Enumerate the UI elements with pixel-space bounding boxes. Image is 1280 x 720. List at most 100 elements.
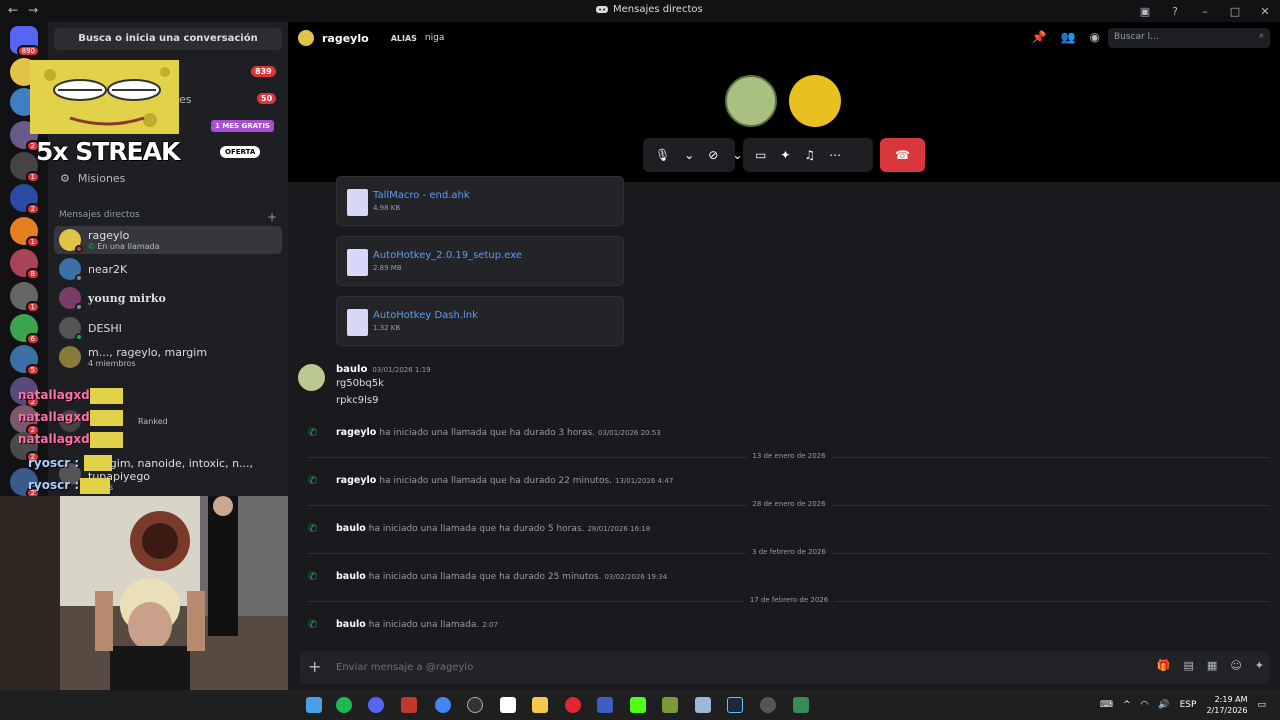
file-icon bbox=[347, 189, 368, 216]
app-icon[interactable] bbox=[695, 697, 711, 713]
participant-avatar[interactable] bbox=[725, 75, 777, 127]
call-system-message: ✆ rageylo ha iniciado una llamada que ha… bbox=[308, 474, 674, 487]
server-icon[interactable]: 2 bbox=[10, 184, 40, 215]
phone-icon: ✆ bbox=[308, 570, 318, 583]
emote-icon bbox=[80, 478, 110, 494]
sticker-icon[interactable]: ▦ bbox=[1207, 659, 1217, 672]
attach-plus-icon[interactable]: + bbox=[308, 657, 321, 676]
user-profile-icon[interactable]: ◉ bbox=[1090, 30, 1100, 44]
steam-icon[interactable] bbox=[727, 697, 743, 713]
screen-share-icon[interactable]: ▭ bbox=[755, 148, 766, 162]
dm-item[interactable]: near2K bbox=[54, 255, 282, 283]
header-toolbar: 📌 👥 ◉ bbox=[1032, 30, 1100, 44]
disconnect-call-button[interactable]: ☎ bbox=[880, 138, 925, 172]
help-icon[interactable]: ? bbox=[1160, 5, 1190, 18]
dm-item-rageylo[interactable]: rageylo ✆ En una llamada bbox=[54, 226, 282, 254]
pin-icon[interactable]: 📌 bbox=[1032, 30, 1047, 44]
emote-icon bbox=[90, 388, 123, 404]
stream-chat-line: ryoscr : bbox=[28, 456, 80, 470]
dm-username[interactable]: rageylo bbox=[322, 32, 369, 45]
volume-icon[interactable]: 🔊 bbox=[1158, 700, 1169, 710]
file-explorer-icon[interactable] bbox=[532, 697, 548, 713]
server-icon[interactable]: 8 bbox=[10, 249, 40, 280]
kick-icon[interactable] bbox=[630, 697, 646, 713]
app-icon[interactable] bbox=[793, 697, 809, 713]
message-composer[interactable]: + Enviar mensaje a @rageylo 🎁 ▤ ▦ ☺ ✦ bbox=[300, 651, 1270, 684]
dm-header: rageylo ALIAS niga bbox=[298, 30, 444, 46]
discord-icon[interactable] bbox=[368, 697, 384, 713]
chevron-down-icon[interactable]: ⌄ bbox=[684, 148, 694, 162]
create-dm-icon[interactable]: + bbox=[267, 210, 277, 224]
server-icon[interactable]: 1 bbox=[10, 282, 40, 313]
camera-off-icon[interactable]: ⊘ bbox=[708, 148, 718, 162]
gif-icon[interactable]: ▤ bbox=[1184, 659, 1194, 672]
call-system-message: ✆ baulo ha iniciado una llamada. 2:07 bbox=[308, 618, 499, 631]
emoji-icon[interactable]: ☺ bbox=[1230, 659, 1241, 672]
opera-icon[interactable] bbox=[565, 697, 581, 713]
capcut-icon[interactable] bbox=[500, 697, 516, 713]
notifications-icon[interactable]: ▭ bbox=[1257, 700, 1266, 710]
webcam-scene bbox=[0, 496, 307, 690]
server-icon[interactable]: 1 bbox=[10, 152, 40, 183]
call-system-message: ✆ baulo ha iniciado una llamada que ha d… bbox=[308, 570, 668, 583]
nav-quests[interactable]: ⚙ Misiones bbox=[60, 172, 125, 185]
maximize-button[interactable]: □ bbox=[1220, 5, 1250, 18]
close-button[interactable]: ✕ bbox=[1250, 5, 1280, 18]
server-icon[interactable]: 5 bbox=[10, 345, 40, 376]
inbox-icon[interactable]: ▣ bbox=[1130, 5, 1160, 18]
nav-arrows: ← → bbox=[8, 3, 48, 17]
chrome-icon[interactable] bbox=[435, 697, 451, 713]
language-indicator[interactable]: ESP bbox=[1180, 700, 1197, 710]
chevron-down-icon[interactable]: ⌄ bbox=[732, 148, 742, 162]
apps-icon[interactable]: ✦ bbox=[1255, 659, 1264, 672]
dm-item[interactable]: DESHI bbox=[54, 314, 282, 342]
discord-logo-icon bbox=[596, 6, 608, 13]
stream-chat-line: natallagxd : bbox=[18, 410, 99, 424]
unread-badge: 839 bbox=[251, 66, 276, 77]
dm-item-group[interactable]: m..., rageylo, margim 4 miembros bbox=[54, 343, 282, 371]
forward-arrow-icon[interactable]: → bbox=[28, 3, 38, 17]
keyboard-icon[interactable]: ⌨ bbox=[1100, 700, 1113, 710]
participant-avatar[interactable] bbox=[789, 75, 841, 127]
copilot-icon[interactable] bbox=[306, 697, 322, 713]
file-attachment[interactable]: AutoHotkey Dash.lnk 1.32 KB bbox=[336, 296, 624, 346]
settings-icon[interactable] bbox=[760, 697, 776, 713]
video-app-icon[interactable] bbox=[401, 697, 417, 713]
home-button[interactable]: 890 bbox=[10, 26, 40, 57]
find-conversation-button[interactable]: Busca o inicia una conversación bbox=[54, 28, 282, 50]
call-system-message: ✆ baulo ha iniciado una llamada que ha d… bbox=[308, 522, 651, 535]
quests-icon: ⚙ bbox=[60, 172, 70, 185]
file-attachment[interactable]: TallMacro - end.ahk 4.98 KB bbox=[336, 176, 624, 226]
webcam-feed bbox=[0, 496, 307, 690]
message-input[interactable]: Enviar mensaje a @rageylo bbox=[336, 662, 473, 673]
microphone-icon[interactable]: 🎙 bbox=[655, 148, 670, 162]
search-input[interactable]: Buscar l... ⌕ bbox=[1108, 28, 1270, 48]
system-tray: ⌨ ^ ◠ 🔊 ESP 2:19 AM 2/17/2026 ▭ bbox=[1100, 694, 1266, 716]
message-text: rpkc9ls9 bbox=[336, 395, 379, 406]
offer-badge: OFERTA bbox=[220, 146, 261, 158]
add-friends-icon[interactable]: 👥 bbox=[1061, 30, 1076, 44]
activities-icon[interactable]: ✦ bbox=[780, 148, 790, 162]
soundboard-icon[interactable]: ♫ bbox=[804, 148, 815, 162]
obs-icon[interactable] bbox=[467, 697, 483, 713]
avatar bbox=[298, 30, 314, 46]
back-arrow-icon[interactable]: ← bbox=[8, 3, 18, 17]
server-icon[interactable]: 6 bbox=[10, 314, 40, 345]
phone-icon: ✆ bbox=[308, 618, 318, 631]
nav-item-partial-label: es bbox=[179, 93, 192, 106]
call-area: rageylo ALIAS niga 📌 👥 ◉ Buscar l... ⌕ 🎙… bbox=[288, 22, 1280, 182]
gift-icon[interactable]: 🎁 bbox=[1157, 659, 1171, 672]
file-attachment[interactable]: AutoHotkey_2.0.19_setup.exe 2.89 MB bbox=[336, 236, 624, 286]
server-icon[interactable]: 1 bbox=[10, 217, 40, 248]
clock[interactable]: 2:19 AM 2/17/2026 bbox=[1206, 694, 1247, 716]
chevron-up-icon[interactable]: ^ bbox=[1123, 700, 1131, 710]
app-icon[interactable] bbox=[597, 697, 613, 713]
minecraft-icon[interactable] bbox=[662, 697, 678, 713]
more-options-icon[interactable]: ⋯ bbox=[829, 148, 841, 162]
home-badge: 890 bbox=[16, 45, 40, 57]
wifi-icon[interactable]: ◠ bbox=[1141, 700, 1149, 710]
avatar[interactable] bbox=[298, 364, 325, 391]
dm-item[interactable]: young mirko bbox=[54, 284, 282, 312]
spotify-icon[interactable] bbox=[336, 697, 352, 713]
minimize-button[interactable]: – bbox=[1190, 5, 1220, 18]
